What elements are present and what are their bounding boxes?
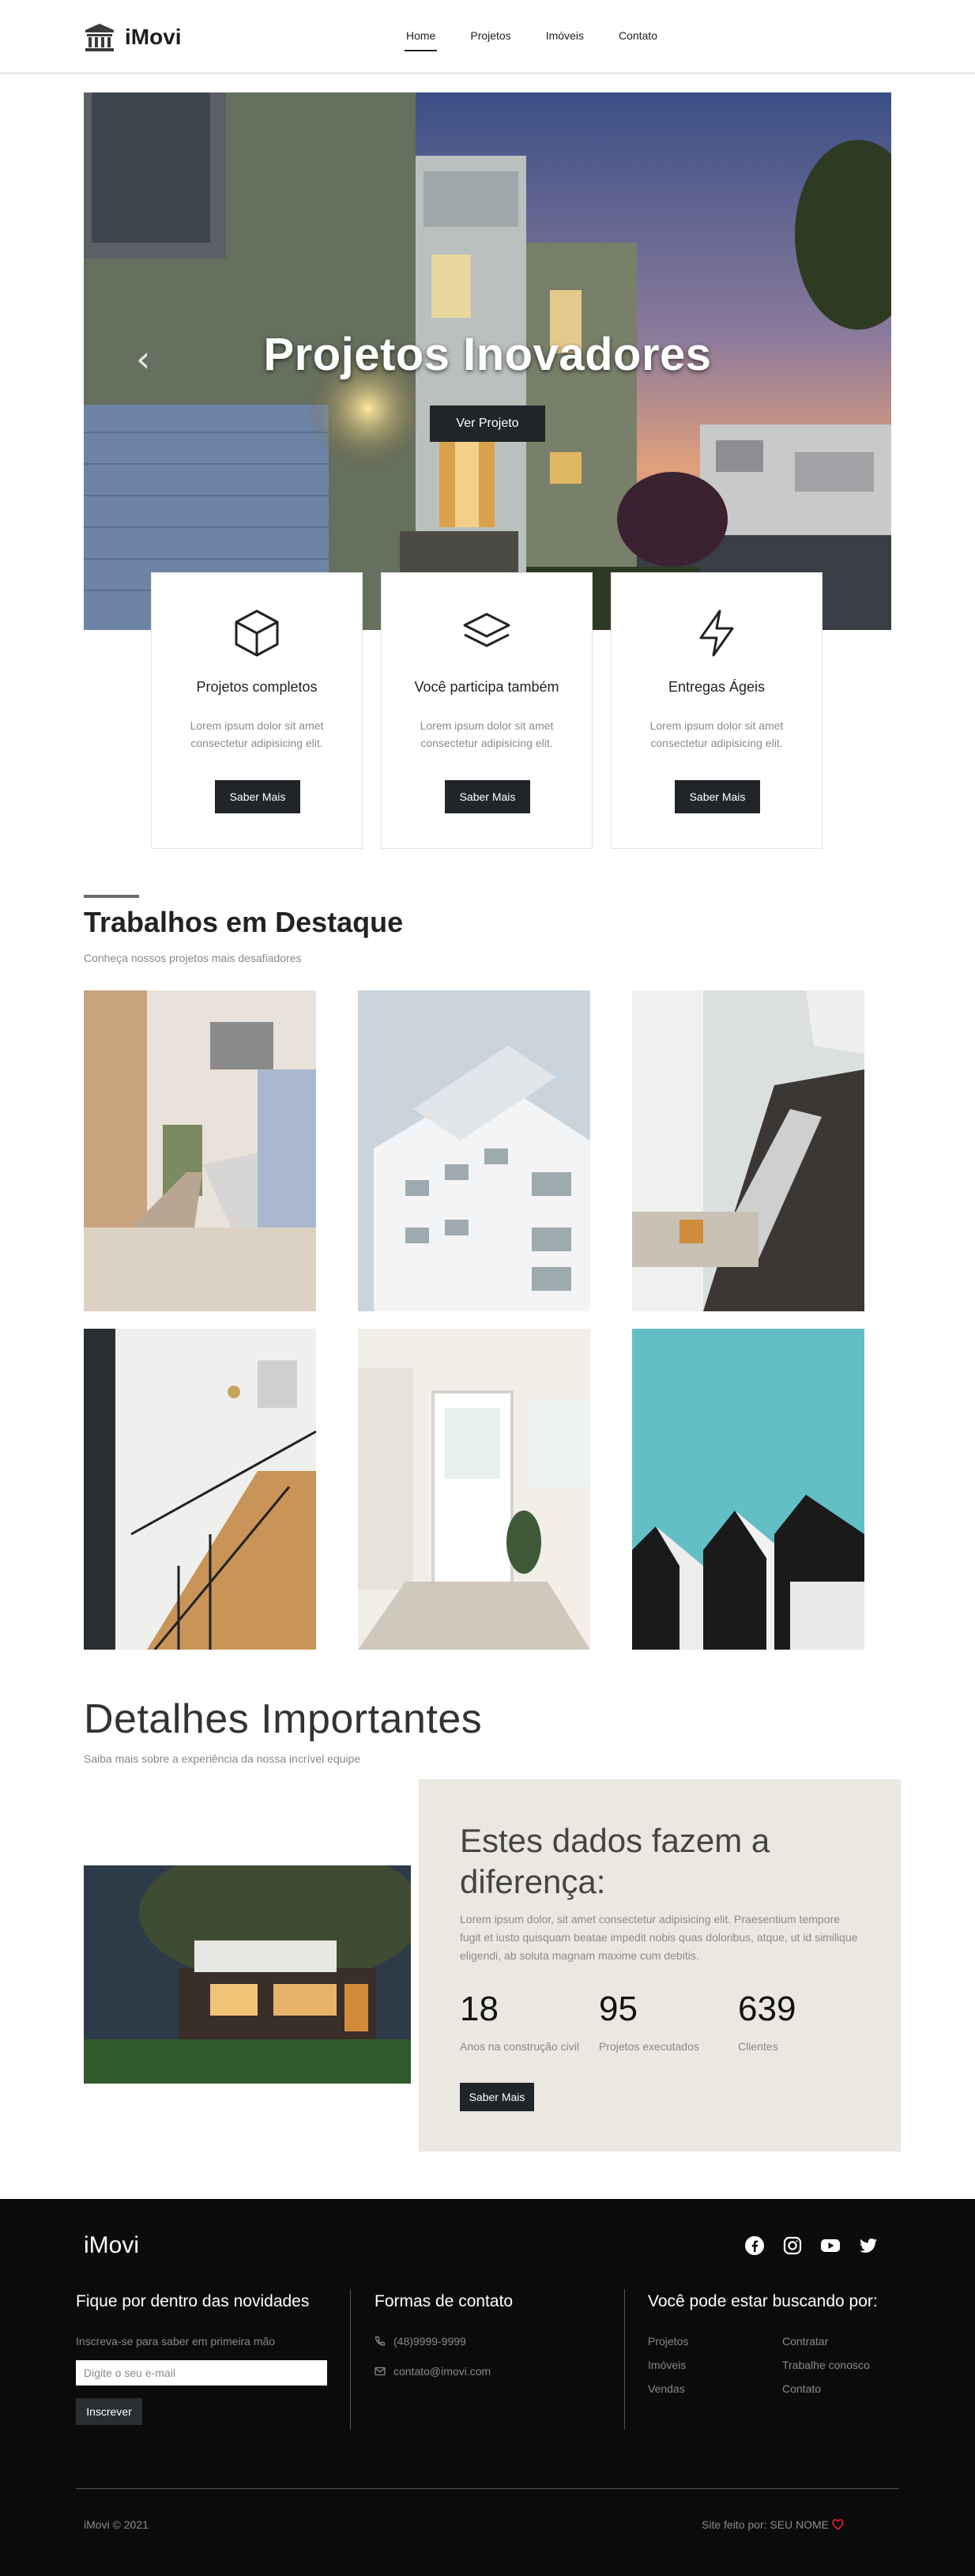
newsletter-title: Fique por dentro das novidades <box>76 2292 310 2310</box>
footer-link-trabalhe-conosco[interactable]: Trabalhe conosco <box>782 2359 901 2371</box>
details-house-image <box>84 1865 411 2084</box>
feature-text: Lorem ipsum dolor sit amet consectetur a… <box>649 719 784 749</box>
details-title: Detalhes Importantes <box>84 1696 483 1742</box>
credit-text: Site feito por: SEU NOME <box>702 2518 844 2531</box>
contact-email-text: contato@imovi.com <box>393 2365 491 2378</box>
stat-item: 639 Clientes <box>738 1990 877 2053</box>
subscribe-button[interactable]: Inscrever <box>76 2398 142 2425</box>
feature-learn-more-button[interactable]: Saber Mais <box>675 780 760 813</box>
gallery-image-kitchen[interactable] <box>84 990 316 1311</box>
stat-label: Projetos executados <box>599 2040 699 2053</box>
instagram-icon[interactable] <box>782 2235 803 2256</box>
top-navbar: iMovi Home Projetos Imóveis Contato <box>0 0 975 74</box>
footer-divider <box>350 2289 351 2430</box>
newsletter-text: Inscreva-se para saber em primeira mão <box>76 2335 276 2348</box>
section-divider <box>84 895 139 898</box>
main-menu: Home Projetos Imóveis Contato <box>404 28 692 51</box>
copyright-text: iMovi © 2021 <box>84 2518 149 2531</box>
phone-icon <box>375 2336 386 2346</box>
footer-link-contato[interactable]: Contato <box>782 2382 901 2395</box>
feature-card: Você participa também Lorem ipsum dolor … <box>381 572 593 849</box>
featured-subtitle: Conheça nossos projetos mais desafiadore… <box>84 952 302 964</box>
stat-item: 18 Anos na construção civil <box>460 1990 599 2053</box>
footer-link-contratar[interactable]: Contratar <box>782 2335 901 2348</box>
gallery-image-rooftops[interactable] <box>632 1329 864 1650</box>
feature-text: Lorem ipsum dolor sit amet consectetur a… <box>420 719 554 749</box>
nav-projetos[interactable]: Projetos <box>470 28 510 51</box>
quick-links-title: Você pode estar buscando por: <box>648 2292 878 2310</box>
gallery-image-building[interactable] <box>358 990 590 1311</box>
details-subtitle: Saiba mais sobre a experiência da nossa … <box>84 1752 361 1765</box>
contact-email[interactable]: contato@imovi.com <box>375 2365 513 2378</box>
features-row: Projetos completos Lorem ipsum dolor sit… <box>151 572 823 849</box>
stat-label: Clientes <box>738 2040 778 2053</box>
feature-card: Projetos completos Lorem ipsum dolor sit… <box>151 572 363 849</box>
social-links <box>744 2235 879 2256</box>
feature-learn-more-button[interactable]: Saber Mais <box>445 780 530 813</box>
newsletter-section: Fique por dentro das novidades Inscreva-… <box>76 2292 329 2425</box>
contact-title: Formas de contato <box>375 2292 514 2310</box>
mail-icon <box>375 2367 386 2376</box>
feature-title: Projetos completos <box>196 679 318 695</box>
footer-link-vendas[interactable]: Vendas <box>648 2382 782 2395</box>
stat-number: 95 <box>599 1990 638 2028</box>
footer-rule <box>76 2488 899 2489</box>
hero-view-project-button[interactable]: Ver Projeto <box>430 405 545 442</box>
feature-card: Entregas Ágeis Lorem ipsum dolor sit ame… <box>611 572 823 849</box>
stat-label: Anos na construção civil <box>460 2040 579 2053</box>
stats-card-title: Estes dados fazem a diferença: <box>460 1822 770 1900</box>
layers-icon <box>463 613 510 647</box>
footer: iMovi Fique por dentro das novidades Ins… <box>0 2199 975 2576</box>
youtube-icon[interactable] <box>820 2235 841 2256</box>
credit-label: Site feito por: SEU NOME <box>702 2518 830 2531</box>
brand-name: iMovi <box>125 25 182 49</box>
details-learn-more-button[interactable]: Saber Mais <box>460 2083 534 2111</box>
brand-logo[interactable]: iMovi <box>84 22 182 52</box>
stats-row: 18 Anos na construção civil 95 Projetos … <box>460 1990 877 2053</box>
facebook-icon[interactable] <box>744 2235 765 2256</box>
feature-title: Entregas Ágeis <box>668 679 766 695</box>
project-gallery <box>84 990 864 1650</box>
box-icon <box>235 609 279 657</box>
quick-links: Projetos Contratar Imóveis Trabalhe cono… <box>648 2335 901 2395</box>
nav-contato[interactable]: Contato <box>619 28 657 51</box>
nav-imoveis[interactable]: Imóveis <box>546 28 584 51</box>
footer-divider <box>624 2289 625 2430</box>
stat-item: 95 Projetos executados <box>599 1990 738 2053</box>
heart-icon <box>832 2519 844 2530</box>
contact-section: Formas de contato (48)9999-9999 contato@… <box>375 2292 513 2378</box>
quick-links-section: Você pode estar buscando por: Projetos C… <box>648 2292 901 2395</box>
feature-learn-more-button[interactable]: Saber Mais <box>215 780 300 813</box>
stats-card-text: Lorem ipsum dolor, sit amet consectetur … <box>460 1913 858 1962</box>
lightning-icon <box>699 609 734 657</box>
featured-title: Trabalhos em Destaque <box>84 906 404 938</box>
feature-title: Você participa também <box>414 679 559 695</box>
stats-card: Estes dados fazem a diferença: Lorem ips… <box>419 1779 901 2152</box>
nav-home[interactable]: Home <box>404 28 438 51</box>
stat-number: 18 <box>460 1990 499 2028</box>
newsletter-email-input[interactable] <box>76 2360 327 2386</box>
hero-carousel: ‹ Projetos Inovadores Ver Projeto <box>84 92 891 630</box>
footer-link-projetos[interactable]: Projetos <box>648 2335 782 2348</box>
twitter-icon[interactable] <box>858 2235 879 2256</box>
feature-text: Lorem ipsum dolor sit amet consectetur a… <box>190 719 324 749</box>
gallery-image-interior-stairs[interactable] <box>84 1329 316 1650</box>
footer-logo[interactable]: iMovi <box>84 2232 139 2259</box>
gallery-image-entryway[interactable] <box>358 1329 590 1650</box>
footer-link-imoveis[interactable]: Imóveis <box>648 2359 782 2371</box>
contact-phone-text: (48)9999-9999 <box>393 2335 466 2348</box>
building-icon <box>85 24 114 51</box>
hero-title: Projetos Inovadores <box>263 329 712 380</box>
stat-number: 639 <box>738 1990 796 2028</box>
gallery-image-staircase[interactable] <box>632 990 864 1311</box>
contact-phone[interactable]: (48)9999-9999 <box>375 2335 513 2348</box>
